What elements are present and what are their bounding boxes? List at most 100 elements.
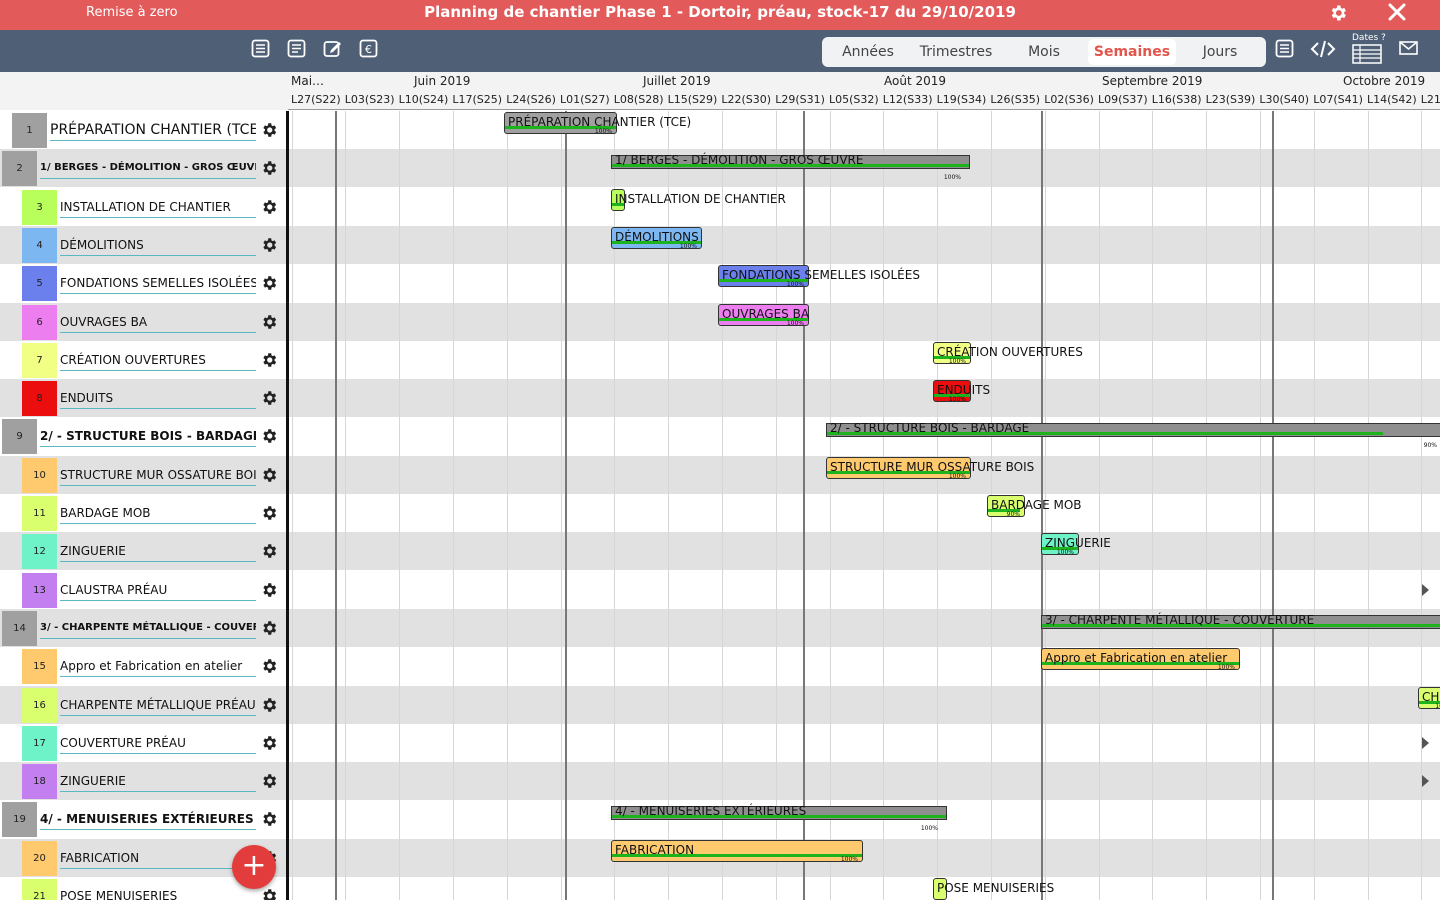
task-label[interactable]: FONDATIONS SEMELLES ISOLÉES: [60, 264, 256, 302]
gear-icon[interactable]: [260, 427, 278, 445]
task-label[interactable]: ENDUITS: [60, 379, 256, 417]
gear-icon[interactable]: [260, 619, 278, 637]
task-number: 13: [22, 572, 57, 608]
task-number: 12: [22, 534, 57, 570]
task-label[interactable]: 1/ BERGES - DÉMOLITION - GROS ŒUVRE: [40, 149, 256, 187]
svg-text:€: €: [365, 43, 372, 56]
view-mois-button[interactable]: Mois: [1000, 39, 1088, 65]
gear-icon[interactable]: [260, 772, 278, 790]
week-label: L08(S28): [613, 93, 664, 106]
task-label[interactable]: BARDAGE MOB: [60, 494, 256, 532]
gear-icon[interactable]: [260, 696, 278, 714]
task-label[interactable]: STRUCTURE MUR OSSATURE BOIS: [60, 456, 256, 494]
task-label[interactable]: PRÉPARATION CHANTIER (TCE): [50, 111, 256, 149]
pane-splitter[interactable]: [286, 111, 289, 900]
gear-icon[interactable]: [260, 542, 278, 560]
timeline-header: Mai… Juin 2019 Juillet 2019 Août 2019 Se…: [0, 72, 1440, 110]
list-icon[interactable]: [249, 39, 271, 61]
gear-icon[interactable]: [260, 274, 278, 292]
task-row[interactable]: 17 COUVERTURE PRÉAU: [0, 724, 1440, 762]
list-icon[interactable]: [1273, 39, 1295, 61]
gear-icon[interactable]: [260, 236, 278, 254]
gear-icon[interactable]: [260, 734, 278, 752]
progress-label: 100%: [1217, 664, 1235, 672]
task-row[interactable]: 7 CRÉATION OUVERTURES: [0, 341, 1440, 379]
euro-icon[interactable]: €: [357, 39, 379, 61]
view-trimestres-button[interactable]: Trimestres: [912, 39, 1000, 65]
bar-label: POSE MENUISERIES: [937, 881, 1055, 895]
add-task-button[interactable]: +: [232, 845, 276, 889]
task-label[interactable]: ZINGUERIE: [60, 532, 256, 570]
week-label: L27(S22): [291, 93, 341, 106]
gear-icon[interactable]: [260, 313, 278, 331]
gear-icon[interactable]: [260, 198, 278, 216]
view-semaines-button[interactable]: Semaines: [1088, 39, 1176, 65]
task-row[interactable]: 8 ENDUITS: [0, 379, 1440, 418]
gear-icon[interactable]: [260, 351, 278, 369]
task-row[interactable]: 12 ZINGUERIE: [0, 532, 1440, 571]
dates-icon[interactable]: [1352, 44, 1382, 64]
task-number: 20: [22, 840, 57, 876]
scroll-right-arrow-icon[interactable]: [1422, 583, 1429, 596]
task-number: 21: [22, 879, 57, 900]
task-label[interactable]: 4/ - MENUISERIES EXTÉRIEURES: [40, 800, 256, 838]
task-label[interactable]: 3/ - CHARPENTE MÉTALLIQUE - COUVERTURE: [40, 609, 256, 647]
scroll-right-arrow-icon[interactable]: [1422, 775, 1429, 788]
gantt-app: Remise à zero Planning de chantier Phase…: [0, 0, 1440, 900]
bar-label: OUVRAGES BA: [722, 306, 810, 321]
task-number: 1: [12, 113, 47, 148]
task-label[interactable]: ZINGUERIE: [60, 762, 256, 800]
bar-label: CRÉATION OUVERTURES: [937, 344, 1083, 359]
notes-icon[interactable]: [285, 39, 307, 61]
task-label[interactable]: INSTALLATION DE CHANTIER: [60, 188, 256, 226]
week-label: L19(S34): [936, 93, 987, 106]
task-row[interactable]: 11 BARDAGE MOB: [0, 494, 1440, 532]
task-row[interactable]: 13 CLAUSTRA PRÉAU: [0, 571, 1440, 609]
gear-icon[interactable]: [260, 887, 278, 900]
week-label: L15(S29): [667, 93, 718, 106]
gear-icon[interactable]: [260, 389, 278, 407]
task-label[interactable]: 2/ - STRUCTURE BOIS - BARDAGE: [40, 417, 256, 455]
week-label: L05(S32): [829, 93, 879, 106]
task-row[interactable]: 4 DÉMOLITIONS: [0, 225, 1440, 264]
task-row[interactable]: 18 ZINGUERIE: [0, 762, 1440, 801]
task-label[interactable]: CRÉATION OUVERTURES: [60, 341, 256, 379]
week-label: L03(S23): [344, 93, 395, 106]
gear-icon[interactable]: [260, 504, 278, 522]
toolbar: € Années Trimestres Mois Semaines Jours …: [0, 30, 1440, 72]
close-icon[interactable]: [1387, 2, 1407, 27]
task-label[interactable]: COUVERTURE PRÉAU: [60, 724, 256, 762]
gear-icon[interactable]: [260, 121, 278, 139]
week-label: L02(S36): [1044, 93, 1094, 106]
task-label[interactable]: POSE MENUISERIES: [60, 877, 256, 900]
view-annees-button[interactable]: Années: [824, 39, 912, 65]
task-label[interactable]: CLAUSTRA PRÉAU: [60, 571, 256, 609]
gear-icon[interactable]: [1328, 3, 1348, 28]
task-label[interactable]: FABRICATION: [60, 839, 256, 877]
gear-icon[interactable]: [260, 159, 278, 177]
view-jours-button[interactable]: Jours: [1176, 39, 1264, 65]
bar-label: FABRICATION: [615, 842, 695, 857]
gear-icon[interactable]: [260, 657, 278, 675]
gear-icon[interactable]: [260, 581, 278, 599]
edit-icon[interactable]: [321, 39, 343, 61]
gear-icon[interactable]: [260, 466, 278, 484]
task-row[interactable]: 1 PRÉPARATION CHANTIER (TCE): [0, 111, 1440, 149]
code-icon[interactable]: [1310, 39, 1336, 61]
gear-icon[interactable]: [260, 810, 278, 828]
bar-label: Appro et Fabrication en atelier: [1045, 651, 1228, 666]
task-label[interactable]: Appro et Fabrication en atelier: [60, 647, 256, 685]
mail-icon[interactable]: [1397, 39, 1421, 61]
task-label[interactable]: DÉMOLITIONS: [60, 226, 256, 264]
task-row[interactable]: 10 STRUCTURE MUR OSSATURE BOIS: [0, 455, 1440, 494]
bar-label: 2/ - STRUCTURE BOIS - BARDAGE: [830, 421, 1030, 436]
task-row[interactable]: 21 POSE MENUISERIES: [0, 877, 1440, 900]
scroll-right-arrow-icon[interactable]: [1422, 736, 1429, 749]
task-row[interactable]: 16 CHARPENTE MÉTALLIQUE PRÉAU: [0, 685, 1440, 724]
progress-label: 100%: [786, 319, 804, 327]
week-label: L22(S30): [721, 93, 772, 106]
task-label[interactable]: CHARPENTE MÉTALLIQUE PRÉAU: [60, 686, 256, 724]
month-label: Septembre 2019: [1102, 74, 1203, 88]
bar-label: PRÉPARATION CHANTIER (TCE): [508, 115, 692, 129]
task-label[interactable]: OUVRAGES BA: [60, 303, 256, 341]
